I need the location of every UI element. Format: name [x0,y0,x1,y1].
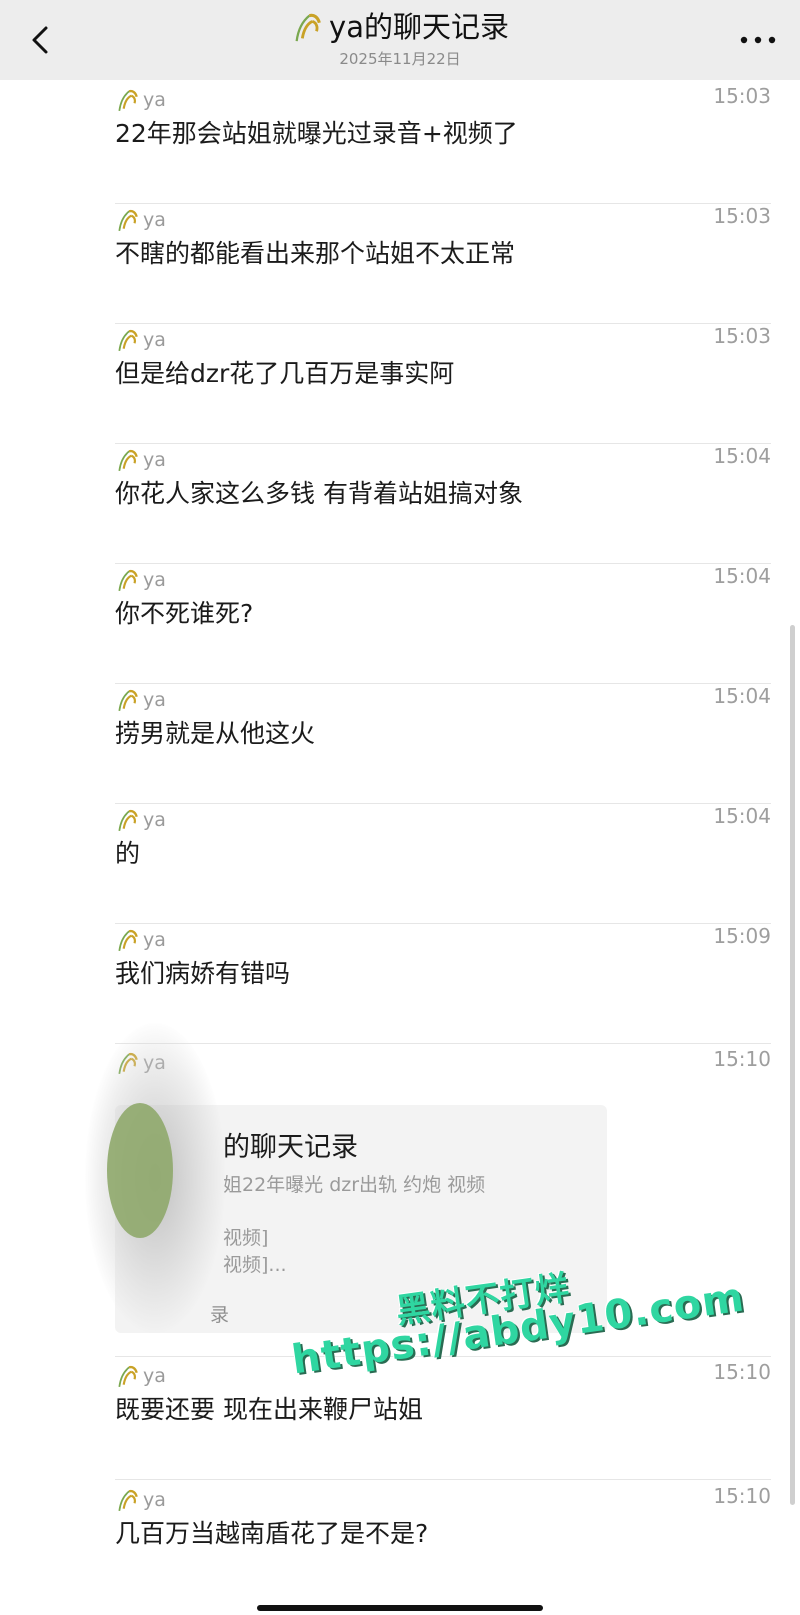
message-time: 15:10 [713,1484,771,1508]
card-title: 的聊天记录 [223,1132,358,1163]
sender-name: ya [143,449,166,471]
message-time: 15:03 [713,84,771,108]
sender: ya [115,688,166,712]
message-text[interactable]: 几百万当越南盾花了是不是? [115,1516,428,1552]
sender: ya [115,208,166,232]
rice-avatar-icon [118,329,138,351]
message-text[interactable]: 的 [115,836,140,872]
header-title-block: ya的聊天记录 2025年11月22日 [0,8,800,68]
message-row: ya 15:03 22年那会站姐就曝光过录音+视频了 [115,80,771,204]
message-text[interactable]: 但是给dzr花了几百万是事实阿 [115,356,454,392]
card-preview: 姐22年曝光 dzr出轨 约炮 视频 [223,1174,486,1196]
sender-name: ya [143,809,166,831]
rice-avatar-icon [118,689,138,711]
message-row: ya 15:03 不瞎的都能看出来那个站姐不太正常 [115,200,771,324]
message-time: 15:03 [713,324,771,348]
message-time: 15:04 [713,684,771,708]
card-line: 视频] [223,1227,269,1249]
rice-avatar-icon [118,89,138,111]
rice-avatar-icon [118,569,138,591]
sender-name: ya [143,1365,166,1387]
rice-avatar-icon [118,1489,138,1511]
rice-avatar-icon [118,809,138,831]
sender: ya [115,328,166,352]
message-text[interactable]: 不瞎的都能看出来那个站姐不太正常 [115,236,515,272]
message-row: ya 15:04 你不死谁死? [115,560,771,684]
sender: ya [115,448,166,472]
message-row: ya 15:10 几百万当越南盾花了是不是? [115,1480,771,1603]
message-row: ya 15:10 既要还要 现在出来鞭尸站姐 [115,1356,771,1480]
sender-name: ya [143,329,166,351]
chat-record-header: ya的聊天记录 2025年11月22日 [0,0,800,80]
message-text[interactable]: 捞男就是从他这火 [115,716,315,752]
card-line: 视频]... [223,1254,287,1276]
rice-avatar-icon [118,1365,138,1387]
message-time: 15:03 [713,204,771,228]
message-text[interactable]: 既要还要 现在出来鞭尸站姐 [115,1392,423,1428]
message-time: 15:10 [713,1047,771,1071]
home-indicator[interactable] [257,1605,543,1611]
header-title-text: ya的聊天记录 [329,10,509,44]
scrollbar[interactable] [790,625,795,1505]
message-text[interactable]: 我们病娇有错吗 [115,956,290,992]
rice-avatar-icon [118,209,138,231]
sender-name: ya [143,569,166,591]
message-time: 15:10 [713,1360,771,1384]
page-title: ya的聊天记录 [291,8,509,46]
sender: ya [115,88,166,112]
sender-name: ya [143,1489,166,1511]
message-row: ya 15:03 但是给dzr花了几百万是事实阿 [115,320,771,444]
sender-name: ya [143,209,166,231]
message-row: ya 15:04 的 [115,800,771,924]
message-text[interactable]: 22年那会站姐就曝光过录音+视频了 [115,116,518,152]
rice-avatar-icon [118,929,138,951]
message-row: ya 15:09 我们病娇有错吗 [115,920,771,1044]
sender: ya [115,1488,166,1512]
sender: ya [115,928,166,952]
message-text[interactable]: 你花人家这么多钱 有背着站姐搞对象 [115,476,523,512]
rice-avatar-icon [295,13,321,42]
sender-name: ya [143,89,166,111]
sender: ya [115,1364,166,1388]
message-time: 15:04 [713,444,771,468]
rice-avatar-icon [118,449,138,471]
message-row: ya 15:04 捞男就是从他这火 [115,680,771,804]
header-date: 2025年11月22日 [339,50,461,68]
sender: ya [115,808,166,832]
message-time: 15:09 [713,924,771,948]
more-dots-icon[interactable] [734,22,782,58]
sender-name: ya [143,929,166,951]
message-text[interactable]: 你不死谁死? [115,596,253,632]
message-row: ya 15:04 你花人家这么多钱 有背着站姐搞对象 [115,440,771,564]
sender: ya [115,568,166,592]
redaction-blur [107,1103,173,1238]
message-time: 15:04 [713,564,771,588]
sender-name: ya [143,689,166,711]
message-time: 15:04 [713,804,771,828]
card-footer: 录 [210,1304,230,1326]
